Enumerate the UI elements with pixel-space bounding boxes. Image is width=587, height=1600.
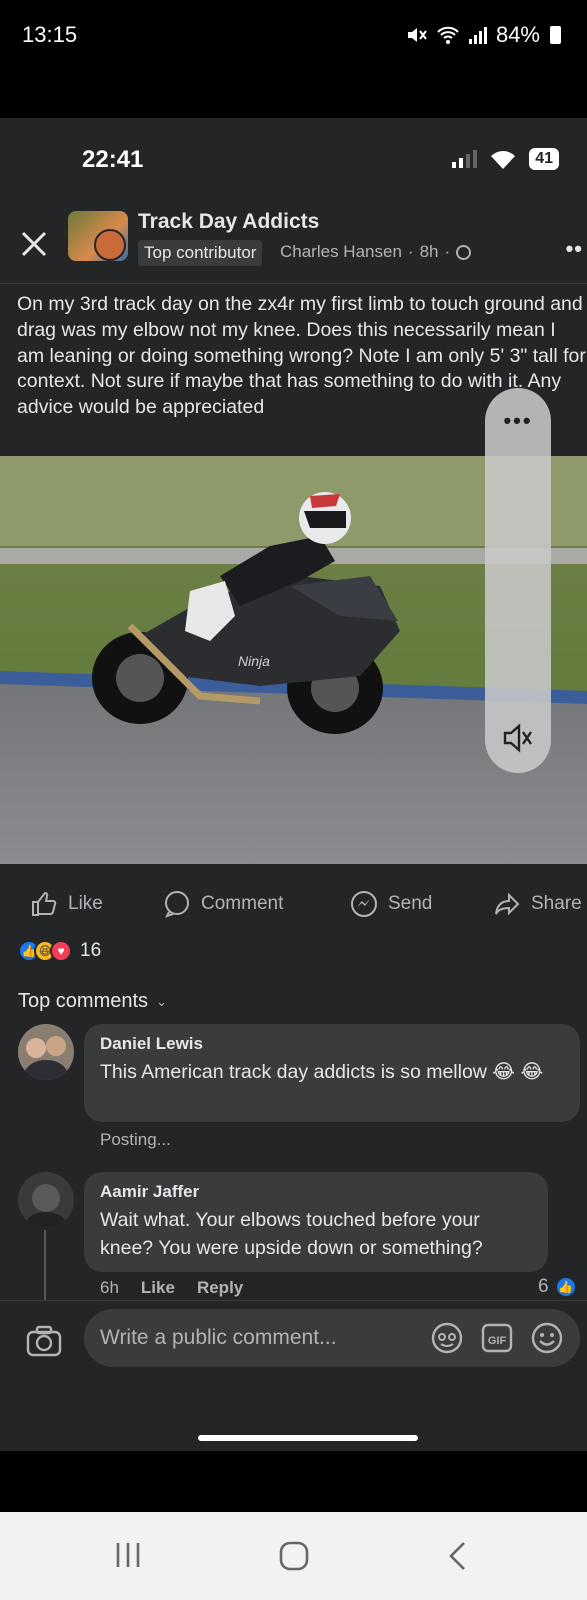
love-reaction-icon: ♥ [50,940,72,962]
comment-time: 6h [100,1278,119,1297]
more-options-icon[interactable]: •• [566,236,583,262]
floating-video-controls[interactable]: ••• [485,388,551,773]
post-actions: Like Comment Send Share [0,870,587,934]
group-name[interactable]: Track Day Addicts [138,210,319,234]
android-navigation-bar [0,1512,587,1600]
signal-icon [468,27,487,44]
comment-meta: 6h Like Reply [100,1278,243,1298]
inner-status-bar: 22:41 41 [0,118,587,200]
close-icon[interactable] [18,228,50,260]
more-options-icon[interactable]: ••• [485,408,551,434]
like-reaction-icon: 👍 [554,1276,577,1298]
messenger-icon [351,891,377,917]
composer-icons: GIF [430,1321,564,1355]
outer-status-bar: 13:15 84% [0,0,587,72]
share-button[interactable]: Share [493,890,582,918]
outer-status-icons: 84% [406,22,561,48]
recent-apps-icon[interactable] [112,1540,144,1570]
comment-composer: Write a public comment... GIF [0,1300,587,1408]
group-avatar[interactable] [68,211,128,261]
inner-battery: 41 [529,148,559,170]
outer-clock: 13:15 [22,22,78,47]
reaction-count: 16 [80,940,102,961]
comment-icon [165,891,189,918]
outer-battery-percent: 84% [495,22,540,47]
share-icon [495,892,520,916]
globe-icon [456,244,472,260]
commenter-name[interactable]: Daniel Lewis [100,1034,564,1054]
author-name[interactable]: Charles Hansen [280,242,402,262]
comment-text: This American track day addicts is so me… [100,1061,544,1083]
avatar[interactable] [18,1172,74,1228]
comment-reply-button[interactable]: Reply [197,1278,243,1298]
emoji-icon[interactable] [530,1321,564,1355]
wifi-icon [437,26,459,44]
comment-reactions[interactable]: 6 👍 [538,1276,577,1298]
comment-status: Posting... [100,1130,171,1149]
facebook-post-view: 22:41 41 Track Day Addicts Top contribut… [0,118,587,1451]
thumbs-up-icon [32,892,57,916]
wifi-icon [491,151,516,169]
cell-signal-icon [452,150,478,168]
inner-clock: 22:41 [82,146,144,173]
comment-bubble: Daniel Lewis This American track day add… [84,1024,580,1122]
chevron-down-icon: ⌄ [156,993,167,1009]
svg-text:GIF: GIF [488,1335,507,1347]
inner-status-icons: 41 [452,148,559,170]
mute-icon[interactable] [501,721,535,755]
post-time: 8h [419,242,439,261]
comment-input[interactable]: Write a public comment... GIF [84,1309,580,1367]
post-meta: Charles Hansen · 8h · [280,242,472,262]
camera-icon[interactable] [26,1325,62,1357]
commenter-name[interactable]: Aamir Jaffer [100,1182,532,1202]
comment-sort-dropdown[interactable]: Top comments ⌄ [18,990,167,1013]
bike-brand-label: Ninja [238,653,270,669]
mute-icon [407,28,427,42]
thread-line [44,1230,46,1302]
comment-reaction-count: 6 [538,1276,549,1297]
back-icon[interactable] [446,1540,470,1572]
send-button[interactable]: Send [350,890,432,918]
top-contributor-badge: Top contributor [138,240,263,266]
comment-like-button[interactable]: Like [141,1278,175,1298]
avatar-sticker-icon[interactable] [430,1321,464,1355]
reactions-summary[interactable]: 👍 😆 ♥ 16 [18,940,101,962]
home-indicator[interactable] [198,1435,418,1441]
comment-button[interactable]: Comment [163,890,283,918]
home-icon[interactable] [278,1540,310,1572]
battery-icon [550,26,561,44]
like-button[interactable]: Like [30,890,103,918]
post-header: Track Day Addicts Top contributor Charle… [0,206,587,284]
comment-text: Wait what. Your elbows touched before yo… [100,1209,483,1259]
gif-icon[interactable]: GIF [480,1321,514,1355]
avatar[interactable] [18,1024,74,1080]
comment-bubble: Aamir Jaffer Wait what. Your elbows touc… [84,1172,548,1272]
